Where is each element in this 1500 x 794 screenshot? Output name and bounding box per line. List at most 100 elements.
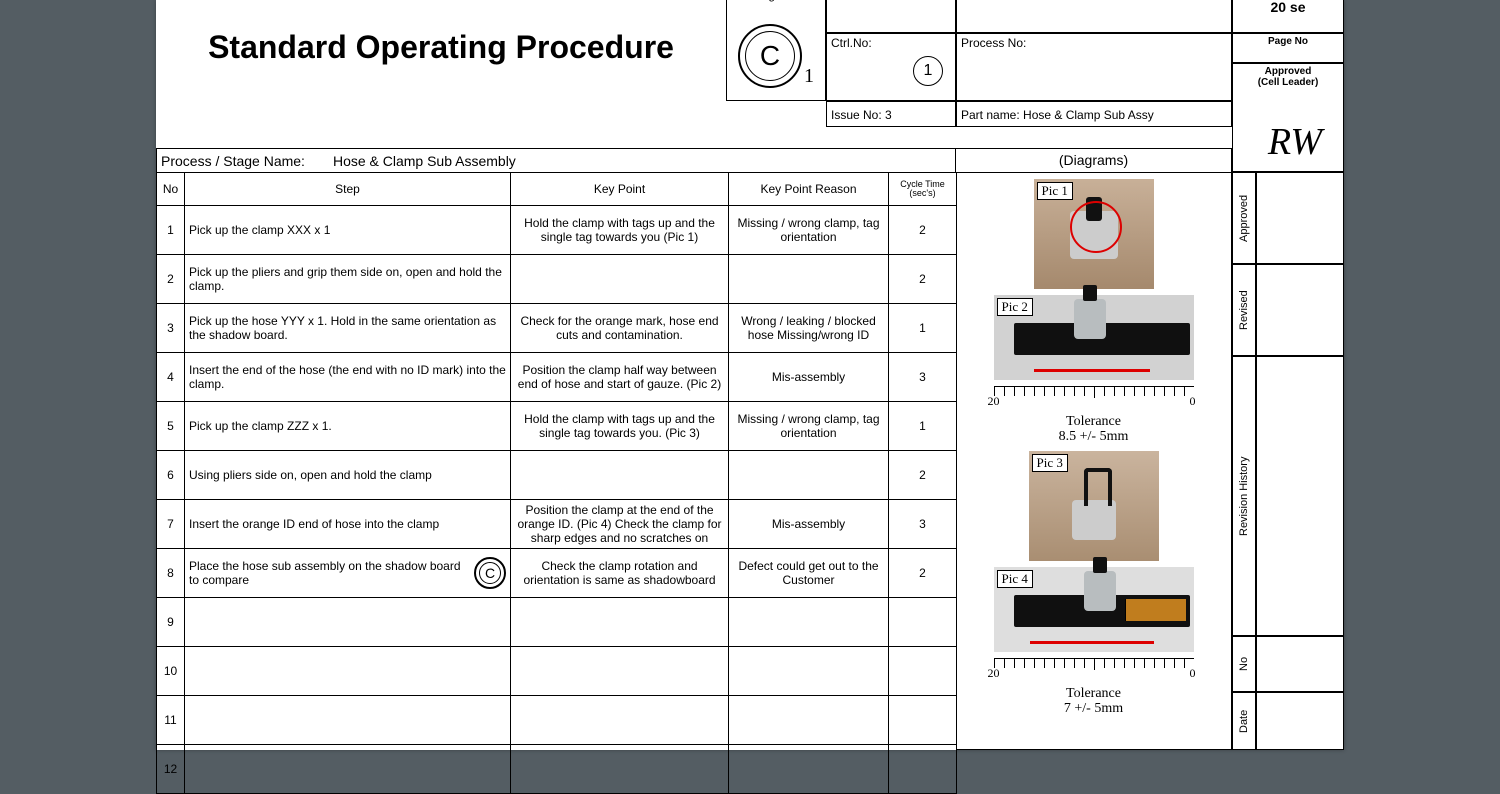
- highlight-circle-icon: [1070, 201, 1122, 253]
- col-reason: Key Point Reason: [729, 173, 889, 206]
- diagram-pic4: Pic 4: [994, 567, 1194, 652]
- side-revision-history: Revision History: [1232, 356, 1256, 636]
- cell-cycle: 2: [889, 255, 957, 304]
- table-row: 9: [157, 598, 957, 647]
- col-step: Step: [185, 173, 511, 206]
- pic4-tolerance: Tolerance 7 +/- 5mm: [1064, 686, 1123, 717]
- cell-no: 6: [157, 451, 185, 500]
- cell-reason: [729, 255, 889, 304]
- cell-no: 2: [157, 255, 185, 304]
- process-stage-row: Process / Stage Name: Hose & Clamp Sub A…: [156, 148, 956, 172]
- pageno-box: Page No: [1232, 33, 1344, 63]
- cell-step: Pick up the hose YYY x 1. Hold in the sa…: [185, 304, 511, 353]
- steps-table: No Step Key Point Key Point Reason Cycle…: [156, 172, 957, 794]
- cell-step: Place the hose sub assembly on the shado…: [185, 549, 511, 598]
- cell-reason: Missing / wrong clamp, tag orientation: [729, 206, 889, 255]
- table-row: 11: [157, 696, 957, 745]
- cell-cycle: 1: [889, 304, 957, 353]
- cell-no: 4: [157, 353, 185, 402]
- cell-step: [185, 745, 511, 794]
- diagrams-header: (Diagrams): [956, 148, 1232, 172]
- actual-box: Actual Ta 20 se: [1232, 0, 1344, 33]
- cell-cycle: 3: [889, 500, 957, 549]
- cell-step: Insert the orange ID end of hose into th…: [185, 500, 511, 549]
- pic2-tolerance: Tolerance 8.5 +/- 5mm: [1059, 414, 1129, 445]
- designation-label: Designation: [727, 0, 825, 4]
- cell-reason: [729, 647, 889, 696]
- table-row: 4Insert the end of the hose (the end wit…: [157, 353, 957, 402]
- cell-step: Pick up the clamp XXX x 1: [185, 206, 511, 255]
- process-stage-value: Hose & Clamp Sub Assembly: [333, 153, 516, 169]
- cell-no: 8: [157, 549, 185, 598]
- cell-no: 11: [157, 696, 185, 745]
- partname-box: Part name: Hose & Clamp Sub Assy: [956, 101, 1232, 127]
- table-row: 6Using pliers side on, open and hold the…: [157, 451, 957, 500]
- cell-reason: [729, 598, 889, 647]
- cell-no: 7: [157, 500, 185, 549]
- cell-reason: Missing / wrong clamp, tag orientation: [729, 402, 889, 451]
- designation-sub: 1: [804, 65, 814, 88]
- cell-reason: Defect could get out to the Customer: [729, 549, 889, 598]
- pic2-label: Pic 2: [997, 298, 1033, 316]
- cell-keypoint: Hold the clamp with tags up and the sing…: [511, 402, 729, 451]
- col-keypoint: Key Point: [511, 173, 729, 206]
- red-measure-icon: [1034, 369, 1150, 372]
- cell-step: Pick up the pliers and grip them side on…: [185, 255, 511, 304]
- ctrl-label: Ctrl.No:: [827, 34, 955, 52]
- table-row: 8Place the hose sub assembly on the shad…: [157, 549, 957, 598]
- diagrams-panel: Pic 1 Pic 2 20 0 Tolerance 8.5 +/- 5mm P…: [956, 172, 1232, 750]
- cell-step: [185, 696, 511, 745]
- cell-cycle: 3: [889, 353, 957, 402]
- sop-sheet: Standard Operating Procedure Designation…: [156, 0, 1344, 750]
- cell-keypoint: [511, 255, 729, 304]
- cell-keypoint: [511, 598, 729, 647]
- diagram-pic2: Pic 2: [994, 295, 1194, 380]
- cell-keypoint: Check the clamp rotation and orientation…: [511, 549, 729, 598]
- table-row: 2Pick up the pliers and grip them side o…: [157, 255, 957, 304]
- pic3-label: Pic 3: [1032, 454, 1068, 472]
- date-box: Date:: [826, 0, 956, 33]
- cell-cycle: [889, 598, 957, 647]
- partno-box: Part No:: [956, 0, 1232, 33]
- cell-keypoint: Position the clamp half way between end …: [511, 353, 729, 402]
- side-no: No: [1232, 636, 1256, 692]
- col-no: No: [157, 173, 185, 206]
- cell-cycle: [889, 745, 957, 794]
- cell-reason: Wrong / leaking / blocked hose Missing/w…: [729, 304, 889, 353]
- doc-title: Standard Operating Procedure: [156, 30, 726, 65]
- cell-cycle: 2: [889, 451, 957, 500]
- ruler-pic2: 20 0: [994, 386, 1194, 408]
- table-row: 7Insert the orange ID end of hose into t…: [157, 500, 957, 549]
- designation-box: Designation C 1: [726, 0, 826, 101]
- cell-keypoint: [511, 745, 729, 794]
- cell-step: Using pliers side on, open and hold the …: [185, 451, 511, 500]
- cell-keypoint: Check for the orange mark, hose end cuts…: [511, 304, 729, 353]
- signature: RW: [1246, 120, 1344, 164]
- table-row: 10: [157, 647, 957, 696]
- cell-reason: [729, 745, 889, 794]
- cell-no: 9: [157, 598, 185, 647]
- revision-strip: Approved Revised Revision History No Dat…: [1232, 172, 1344, 750]
- diagram-pic1: Pic 1: [1034, 179, 1154, 289]
- table-row: 5Pick up the clamp ZZZ x 1.Hold the clam…: [157, 402, 957, 451]
- cell-keypoint: Position the clamp at the end of the ora…: [511, 500, 729, 549]
- cell-reason: [729, 696, 889, 745]
- issue-box: Issue No: 3: [826, 101, 956, 127]
- qc-c-icon: C: [738, 24, 802, 88]
- cell-no: 3: [157, 304, 185, 353]
- cell-no: 10: [157, 647, 185, 696]
- cell-cycle: 2: [889, 206, 957, 255]
- diagram-pic3: Pic 3: [1029, 451, 1159, 561]
- red-measure-icon: [1030, 641, 1154, 644]
- cell-reason: Mis-assembly: [729, 500, 889, 549]
- table-row: 12: [157, 745, 957, 794]
- cell-keypoint: [511, 451, 729, 500]
- cell-keypoint: Hold the clamp with tags up and the sing…: [511, 206, 729, 255]
- cell-no: 5: [157, 402, 185, 451]
- cell-cycle: [889, 696, 957, 745]
- cell-keypoint: [511, 696, 729, 745]
- cell-reason: Mis-assembly: [729, 353, 889, 402]
- side-date: Date: [1232, 692, 1256, 750]
- qc-c-icon: C: [474, 557, 506, 589]
- ctrl-box: Ctrl.No: 1: [826, 33, 956, 101]
